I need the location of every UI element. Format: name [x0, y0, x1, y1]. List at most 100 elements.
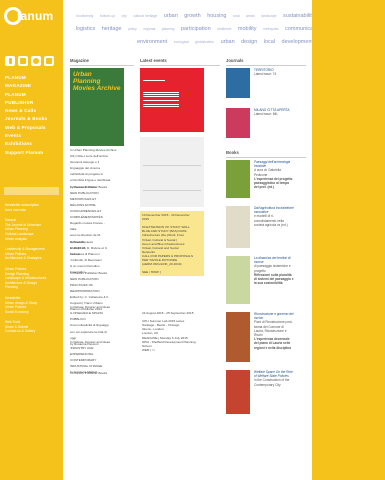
youtube-icon[interactable] — [31, 56, 41, 66]
book-title[interactable]: Ricostruzione e governo del rischio — [254, 312, 294, 320]
tag-link[interactable]: logistics — [76, 26, 96, 32]
book-subtitle: di paesaggio sistemiche e progetto — [254, 264, 291, 273]
tag-link[interactable]: resilience — [217, 27, 231, 31]
event-text: 24 August 2015 - 25 September 2015 — [142, 311, 194, 315]
book-cover-image[interactable] — [226, 206, 250, 248]
magazine-rule — [70, 65, 134, 66]
magazine-entry-text: J.Gittonik, R.Recursaci — [70, 258, 102, 263]
book-entry[interactable]: Welfare Space On the Role of Welfare Sta… — [226, 370, 296, 414]
tag-link[interactable]: urban — [221, 39, 235, 45]
tag-link[interactable]: ecological — [174, 40, 189, 44]
nav-item[interactable]: News & Calls — [5, 107, 61, 115]
journal-entry[interactable]: MILANO CITTÀ APERTA Latest issue: MIL — [226, 108, 296, 138]
tag-link[interactable]: mobility — [238, 26, 257, 32]
tag-link[interactable]: landscape — [261, 14, 276, 18]
book-entry[interactable]: Paesaggi dell'archeologia invisibile A cu… — [226, 160, 296, 198]
book-title[interactable]: Welfare Space On the Role of Welfare Sta… — [254, 370, 294, 378]
journal-cover-image[interactable] — [226, 108, 250, 138]
magazine-entry-text: CONTEMPORARY — [70, 358, 97, 363]
tag-link[interactable]: regional — [143, 27, 155, 31]
tag-link[interactable]: bottom-up — [100, 14, 115, 18]
subnav-group: Leadership & Management Urban Policies Arc… — [5, 247, 61, 261]
book-entry[interactable]: Ricostruzione e governo del rischio Piani… — [226, 312, 296, 362]
magazine-entry-text: In Debate, Dossier and Ideas — [70, 305, 111, 310]
tag-link[interactable]: sustainability — [283, 13, 315, 19]
facebook-icon[interactable] — [5, 56, 15, 66]
instagram-icon[interactable] — [44, 56, 54, 66]
tag-link[interactable]: growth — [184, 13, 201, 19]
tag-link[interactable]: development — [282, 39, 314, 45]
book-cover-image[interactable] — [226, 312, 250, 362]
book-row: Paesaggi dell'archeologia invisibile A cu… — [226, 160, 296, 198]
subnav-link[interactable]: Area riservata — [5, 208, 61, 213]
latest-events-heading: Latest events — [140, 58, 167, 63]
book-row: Welfare Space On the Role of Welfare Sta… — [226, 370, 296, 414]
subnav-group: Manual The Journal of Urbanism Urban Plann… — [5, 218, 61, 241]
book-cover-image[interactable] — [226, 256, 250, 304]
tag-link[interactable]: design — [241, 39, 257, 45]
book-subtitle: in the Construction of the Contemporary … — [254, 378, 290, 387]
tag-link[interactable]: metropolis — [263, 27, 279, 31]
nav-item[interactable]: Web & Proposals — [5, 124, 61, 132]
book-title[interactable]: La dinamica dei territori di risorse — [254, 256, 294, 264]
book-entry[interactable]: Dall'agricoltura tra traiettorie innovat… — [226, 206, 296, 248]
book-cover-image[interactable] — [226, 370, 250, 414]
journal-cover-image[interactable] — [226, 68, 250, 98]
twitter-icon[interactable] — [18, 56, 28, 66]
book-title[interactable]: Dall'agricoltura tra traiettorie innovat… — [254, 206, 294, 214]
magazine-entry-text: CONCURRENCES ET — [70, 209, 102, 214]
nav-item[interactable]: MAGAZINE — [5, 82, 61, 90]
tag-link[interactable]: areas — [246, 14, 254, 18]
tag-link[interactable]: participation — [181, 26, 211, 32]
magazine-entry-text: EXPERIENCING — [70, 352, 94, 357]
tag-link[interactable]: local — [264, 39, 275, 45]
event-poster-red[interactable] — [140, 68, 204, 132]
book-cover-image[interactable] — [226, 160, 250, 198]
tag-link[interactable]: rural — [233, 14, 240, 18]
journal-entry[interactable]: TERRITORIO Latest issue: 74 — [226, 68, 296, 98]
nav-item[interactable]: PLANUM — [5, 74, 61, 82]
subnav-link[interactable]: Architecture & Strategies — [5, 256, 61, 261]
magazine-entry-text: RÉGIONS ENTRE — [70, 202, 96, 207]
book-entry[interactable]: La dinamica dei territori di risorse di p… — [226, 256, 296, 304]
magazine-entry[interactable]: In Planum Publisher Books — [70, 369, 136, 375]
nav-item[interactable]: PLANUM — [5, 91, 61, 99]
magazine-cover-title: Urban Planning Movies Archive — [73, 71, 121, 92]
book-text: Welfare Space On the Role of Welfare Sta… — [254, 370, 296, 414]
poster-text-line — [143, 80, 165, 82]
event-entry[interactable]: 10 December 2015 - 10 December 2015 50 EXT… — [140, 211, 204, 277]
tag-link[interactable]: cultural heritage — [133, 14, 157, 18]
book-subtitle: A cura di: Gabriella Pedicone — [254, 168, 281, 177]
nav-item[interactable]: PUBLISHER — [5, 99, 61, 107]
tag-link[interactable]: city — [122, 14, 127, 18]
magazine-entry[interactable]: Urban Planning Movies Archive In Urban Pl… — [70, 68, 136, 189]
tag-link[interactable]: housing — [207, 13, 226, 19]
tag-link[interactable]: urban — [164, 13, 178, 19]
nav-item[interactable]: Exhibitions — [5, 140, 61, 148]
twitter-icon-glyph — [20, 58, 26, 64]
subnav-link[interactable]: Contact us & Gallery — [5, 329, 61, 334]
poster-text-line — [143, 100, 179, 102]
book-title[interactable]: Paesaggi dell'archeologia invisibile — [254, 160, 294, 168]
nav-item[interactable]: Events — [5, 132, 61, 140]
planum-logo[interactable]: lanum — [4, 6, 60, 26]
event-entry[interactable]: 24 August 2015 - 25 September 2015 CPLI S… — [140, 309, 204, 354]
tag-link[interactable]: planning — [162, 27, 175, 31]
nav-item[interactable]: Journals & Books — [5, 115, 61, 123]
book-subtitle: Piani di Ricostruzione post-sisma del Co… — [254, 320, 293, 338]
nav-item[interactable]: Support Planum — [5, 149, 61, 157]
subnav-link[interactable]: Planning — [5, 285, 61, 290]
tag-link[interactable]: environment — [137, 39, 167, 45]
search-input[interactable] — [4, 187, 59, 195]
tag-link[interactable]: globalization — [195, 40, 214, 44]
tag-link[interactable]: heritage — [102, 26, 122, 32]
magazine-cover-image[interactable]: Urban Planning Movies Archive — [70, 68, 124, 146]
subnav-link[interactable]: Urban analysis — [5, 237, 61, 242]
tag-link[interactable]: policy — [128, 27, 137, 31]
subnav-link[interactable]: Social Economy — [5, 310, 61, 315]
event-poster-light[interactable] — [140, 137, 204, 207]
tag-link[interactable]: biodiversity — [76, 14, 93, 18]
magazine-entry-text: In Planum Publisher Books — [70, 184, 108, 189]
magazine-entry-text: In Debate, Dossier and Ideas — [70, 339, 111, 344]
book-text: Paesaggi dell'archeologia invisibile A cu… — [254, 160, 296, 198]
